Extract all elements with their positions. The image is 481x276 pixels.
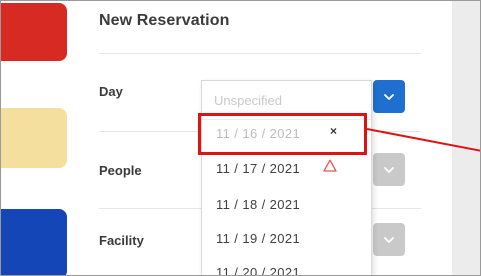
- day-select-toggle[interactable]: [373, 80, 405, 113]
- dropdown-option[interactable]: 11 / 19 / 2021: [216, 231, 300, 246]
- chevron-down-icon: [384, 236, 394, 243]
- chevron-down-icon: [384, 166, 394, 173]
- day-label: Day: [99, 84, 123, 99]
- title-divider: [99, 53, 421, 54]
- app-frame: New Reservation Day People Facility Unsp…: [0, 0, 481, 276]
- facility-select-toggle[interactable]: [373, 223, 405, 256]
- accent-bar-yellow: [1, 108, 67, 168]
- accent-bar-red: [1, 3, 67, 61]
- warning-triangle-icon: [323, 159, 337, 172]
- page-title: New Reservation: [99, 12, 230, 29]
- people-label: People: [99, 163, 142, 178]
- dropdown-placeholder[interactable]: Unspecified: [214, 93, 282, 108]
- dropdown-option[interactable]: 11 / 20 / 2021: [216, 265, 300, 275]
- highlight-box: [198, 113, 367, 155]
- dropdown-option[interactable]: 11 / 17 / 2021: [216, 161, 300, 176]
- day-dropdown-list[interactable]: Unspecified 11 / 16 / 2021 11 / 17 / 202…: [201, 80, 372, 275]
- accent-bar-blue: [1, 209, 67, 275]
- dropdown-option[interactable]: 11 / 18 / 2021: [216, 197, 300, 212]
- facility-label: Facility: [99, 233, 144, 248]
- callout-line: [367, 128, 480, 152]
- chevron-down-icon: [384, 93, 394, 100]
